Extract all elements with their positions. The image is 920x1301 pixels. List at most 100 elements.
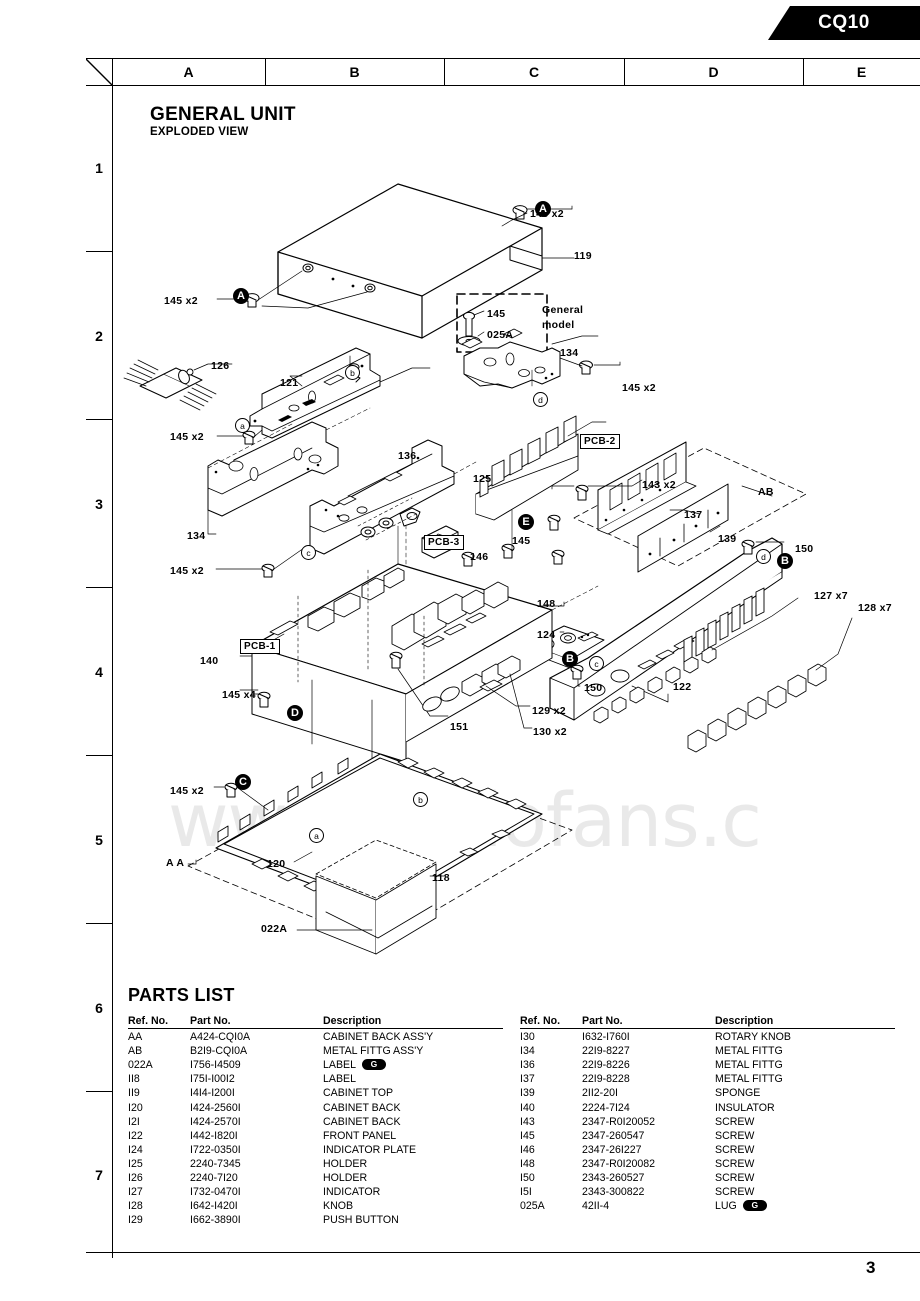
parts-table-left: Ref. No. Part No. Description AA A424-CQI… <box>128 1015 503 1226</box>
parts-cell-desc: METAL FITTG <box>715 1059 783 1072</box>
row-label-4: 4 <box>86 588 112 756</box>
parts-cell-desc: HOLDER <box>323 1172 368 1185</box>
exploded-view-diagram <box>112 86 920 976</box>
parts-row: I26 2240-7I20 HOLDER <box>128 1170 503 1184</box>
diagram-callout-c-model: model <box>542 319 575 331</box>
parts-cell-ref: I40 <box>520 1101 535 1114</box>
parts-cell-part: A424-CQI0A <box>190 1031 251 1044</box>
diagram-callout-c-126: 126 <box>211 360 230 372</box>
parts-cell-ref: I36 <box>520 1059 535 1072</box>
diagram-callout-c-137: 137 <box>684 509 703 521</box>
parts-row: I22 I442-I820I FRONT PANEL <box>128 1128 503 1142</box>
diagram-callout-c-pcb2: PCB-2 <box>580 434 620 449</box>
diagram-callout-c-pcb3: PCB-3 <box>424 535 464 550</box>
parts-cell-ref: I5I <box>520 1186 532 1199</box>
parts-cell-ref: I43 <box>520 1115 535 1128</box>
parts-cell-ref: I27 <box>128 1186 143 1199</box>
parts-cell-desc: SCREW <box>715 1172 755 1185</box>
parts-cell-desc: SCREW <box>715 1115 755 1128</box>
diagram-callout-c-aa: A A <box>166 857 185 869</box>
parts-row: I37 22I9-8228 METAL FITTG <box>520 1071 895 1085</box>
diagram-callout-c-121: 121 <box>280 377 299 389</box>
parts-header-part: Part No. <box>190 1015 323 1029</box>
parts-cell-desc: SCREW <box>715 1143 755 1156</box>
parts-cell-desc: LABEL <box>323 1073 356 1086</box>
diagram-callout-c-ab: AB <box>758 486 774 498</box>
diagram-small-marker-a: a <box>309 828 324 843</box>
parts-header-ref: Ref. No. <box>520 1015 582 1029</box>
parts-cell-part: I756-I4509 <box>190 1059 241 1072</box>
parts-cell-ref: I25 <box>128 1157 143 1170</box>
diagram-callout-c-150-a: 150 <box>795 543 814 555</box>
parts-row: I39 2II2-20I SPONGE <box>520 1085 895 1099</box>
diagram-callout-c-128x7: 128 x7 <box>858 602 892 614</box>
parts-cell-desc: METAL FITTG <box>715 1073 783 1086</box>
parts-cell-desc: INDICATOR <box>323 1186 381 1199</box>
column-label-e: E <box>856 64 867 80</box>
diagram-callout-c-130x2: 130 x2 <box>533 726 567 738</box>
diagram-callout-c-127x7: 127 x7 <box>814 590 848 602</box>
parts-cell-ref: I29 <box>128 1214 143 1227</box>
parts-row: I45 2347-260547 SCREW <box>520 1128 895 1142</box>
row-label-1: 1 <box>86 84 112 252</box>
parts-cell-desc: CABINET BACK <box>323 1115 401 1128</box>
parts-row: I34 22I9-8227 METAL FITTG <box>520 1043 895 1057</box>
parts-cell-ref: I24 <box>128 1143 143 1156</box>
parts-cell-part: 2347-260547 <box>582 1129 645 1142</box>
parts-cell-part: 2347-R0I20052 <box>582 1115 656 1128</box>
parts-cell-desc: INDICATOR PLATE <box>323 1143 417 1156</box>
parts-row: I2I I424-2570I CABINET BACK <box>128 1114 503 1128</box>
parts-cell-part: B2I9-CQI0A <box>190 1045 248 1058</box>
parts-row: I28 I642-I420I KNOB <box>128 1198 503 1212</box>
diagram-small-marker-b: b <box>345 365 360 380</box>
parts-cell-desc: SPONGE <box>715 1087 761 1100</box>
diagram-small-marker-a: a <box>235 418 250 433</box>
model-tab-label: CQ10 <box>818 12 870 33</box>
parts-cell-desc: LABEL G <box>323 1057 503 1071</box>
parts-row: I43 2347-R0I20052 SCREW <box>520 1114 895 1128</box>
diagram-callout-c-150-b: 150 <box>584 682 603 694</box>
parts-row: II8 I75I-I00I2 LABEL <box>128 1071 503 1085</box>
screw-145-e2 <box>551 549 565 565</box>
row-label-6: 6 <box>86 924 112 1092</box>
diagram-callout-c-143x2: 143 x2 <box>642 479 676 491</box>
parts-cell-part: 2347-R0I20082 <box>582 1157 656 1170</box>
parts-row: I24 I722-0350I INDICATOR PLATE <box>128 1142 503 1156</box>
parts-cell-ref: I46 <box>520 1143 535 1156</box>
diagram-callout-c-140: 140 <box>200 655 219 667</box>
parts-cell-ref: I30 <box>520 1031 535 1044</box>
parts-cell-part: I424-2560I <box>190 1101 241 1114</box>
diagram-marker-a: A <box>233 288 249 304</box>
parts-cell-desc: FRONT PANEL <box>323 1129 397 1142</box>
column-header-row: A B C D E <box>86 58 920 86</box>
diagram-small-marker-b: b <box>413 792 428 807</box>
parts-header-desc: Description <box>715 1015 895 1029</box>
parts-cell-ref: I50 <box>520 1172 535 1185</box>
diagram-marker-b: B <box>562 651 578 667</box>
parts-row: 022A I756-I4509 LABEL G <box>128 1057 503 1071</box>
part-pcb2 <box>475 415 579 521</box>
parts-row: I27 I732-0470I INDICATOR <box>128 1184 503 1198</box>
diagram-callout-c-145x2-c: 145 x2 <box>170 431 204 443</box>
parts-cell-part: 22I9-8226 <box>582 1059 630 1072</box>
parts-cell-ref: 022A <box>128 1059 153 1072</box>
parts-cell-desc: CABINET BACK ASS'Y <box>323 1031 434 1044</box>
parts-cell-part: I662-3890I <box>190 1214 241 1227</box>
parts-cell-ref: I22 <box>128 1129 143 1142</box>
parts-cell-ref: I45 <box>520 1129 535 1142</box>
parts-cell-desc: CABINET BACK <box>323 1101 401 1114</box>
parts-cell-ref: II8 <box>128 1073 140 1086</box>
diagram-small-marker-c: c <box>589 656 604 671</box>
parts-cell-ref: AA <box>128 1031 143 1044</box>
g-badge-icon: G <box>361 1059 386 1071</box>
parts-header-desc: Description <box>323 1015 503 1029</box>
diagram-callout-c-120: 120 <box>267 858 286 870</box>
screw-151 <box>389 651 403 669</box>
diagram-callout-c-125: 125 <box>473 473 492 485</box>
parts-cell-part: I75I-I00I2 <box>190 1073 235 1086</box>
diagram-small-marker-d: d <box>756 549 771 564</box>
diagram-callout-c-145x4: 145 x4 <box>222 689 256 701</box>
row-label-3: 3 <box>86 420 112 588</box>
parts-cell-part: I442-I820I <box>190 1129 238 1142</box>
diagram-marker-a: A <box>535 201 551 217</box>
